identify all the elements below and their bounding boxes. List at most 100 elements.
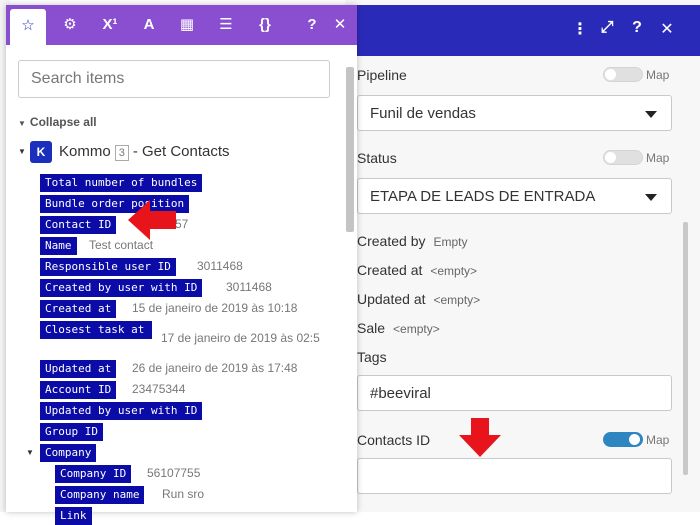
item-chip[interactable]: Updated by user with ID [40, 402, 203, 420]
search-input[interactable] [18, 60, 330, 98]
close-icon: ✕ [333, 16, 347, 33]
item-value: 56107755 [147, 466, 201, 480]
created-at-value: <empty> [430, 264, 478, 278]
item-chip[interactable]: Company name [55, 486, 145, 504]
item-chip[interactable]: Closest task at [40, 321, 152, 339]
list-item[interactable]: Company ID 56107755 [55, 464, 200, 483]
pipeline-map-label: Map [646, 68, 670, 82]
pipeline-label: Pipeline [357, 67, 407, 83]
item-chip[interactable]: Updated at [40, 360, 117, 378]
list-item[interactable]: Name Test contact [40, 236, 153, 255]
list-item[interactable]: Account ID 23475344 [40, 380, 185, 399]
item-chip[interactable]: Responsible user ID [40, 258, 176, 276]
list-item[interactable]: Company [40, 443, 97, 462]
tab-superscript[interactable]: X¹ [92, 5, 128, 45]
item-value: 3011468 [226, 280, 272, 294]
status-select[interactable]: ETAPA DE LEADS DE ENTRADA [357, 178, 672, 214]
close-button[interactable]: ✕ [322, 5, 358, 45]
item-chip[interactable]: Company ID [55, 465, 132, 483]
updated-at-row: Updated at <empty> [357, 291, 480, 307]
expand-icon[interactable]: ⤢ [597, 19, 617, 37]
tags-input-value: #beeviral [370, 385, 431, 402]
star-icon: ☆ [21, 17, 35, 34]
tab-gear[interactable]: ⚙ [52, 5, 88, 45]
sale-value: <empty> [393, 322, 440, 336]
contacts-id-map-label: Map [646, 433, 670, 447]
list-item[interactable]: Updated at 26 de janeiro de 2019 às 17:48 [40, 359, 297, 378]
status-select-value: ETAPA DE LEADS DE ENTRADA [370, 188, 596, 205]
superscript-icon: X¹ [102, 16, 118, 33]
item-chip[interactable]: Contact ID [40, 216, 117, 234]
red-arrow-down-icon [459, 418, 501, 457]
contacts-id-map-toggle[interactable] [603, 432, 643, 447]
close-icon[interactable]: ✕ [657, 19, 677, 39]
pipeline-map-toggle[interactable] [603, 67, 643, 82]
list-item[interactable]: Responsible user ID 3011468 [40, 257, 243, 276]
item-chip[interactable]: Name [40, 237, 77, 255]
collapse-all-label: Collapse all [29, 115, 97, 129]
collapse-all-toggle[interactable]: ▼ Collapse all [18, 115, 97, 129]
status-map-toggle[interactable] [603, 150, 643, 165]
item-value: 3011468 [197, 259, 243, 273]
item-chip[interactable]: Created by user with ID [40, 279, 203, 297]
triangle-down-icon: ▼ [18, 119, 26, 128]
pipeline-select-value: Funil de vendas [370, 105, 476, 122]
list-item[interactable]: Link [55, 506, 92, 525]
help-icon[interactable]: ? [627, 19, 647, 37]
triangle-down-icon[interactable]: ▼ [26, 448, 34, 457]
item-chip[interactable]: Group ID [40, 423, 103, 441]
module-number-badge: 3 [114, 145, 129, 161]
item-chip[interactable]: Created at [40, 300, 117, 318]
contacts-id-label: Contacts ID [357, 432, 431, 448]
module-action: - Get Contacts [132, 143, 230, 160]
item-chip[interactable]: Company [40, 444, 97, 462]
module-name: Kommo [59, 143, 111, 160]
created-by-label: Created by [357, 233, 426, 249]
status-map-label: Map [646, 151, 670, 165]
tab-text[interactable]: A [131, 5, 167, 45]
calendar-icon: ▦ [179, 16, 195, 33]
tab-table[interactable]: ☰ [208, 5, 244, 45]
red-arrow-left-icon [128, 200, 176, 240]
sale-row: Sale <empty> [357, 320, 440, 336]
caret-down-icon [645, 111, 657, 118]
tags-label: Tags [357, 349, 387, 365]
item-value: Run sro [162, 487, 205, 501]
list-item[interactable]: Created at 15 de janeiro de 2019 às 10:18 [40, 299, 297, 318]
caret-down-icon [645, 194, 657, 201]
item-value: 17 de janeiro de 2019 às 02:5 [161, 331, 320, 345]
list-item[interactable]: Company name Run sro [55, 485, 204, 504]
contacts-id-input[interactable] [357, 458, 672, 494]
mapping-popup: ☆ ⚙ X¹ A ▦ ☰ {} ? ✕ ▼Collapse all ▼ K Ko… [6, 5, 358, 525]
created-by-value: Empty [433, 235, 468, 249]
sale-label: Sale [357, 320, 386, 336]
tab-braces[interactable]: {} [247, 5, 283, 45]
item-value: 15 de janeiro de 2019 às 10:18 [132, 301, 298, 315]
tab-star[interactable]: ☆ [10, 9, 46, 45]
list-item[interactable]: Total number of bundles [40, 173, 203, 192]
status-label: Status [357, 150, 397, 166]
module-settings-panel: ⋮ ⤢ ? ✕ Pipeline Map Funil de vendas Sta… [345, 0, 700, 512]
list-item[interactable]: Contact ID 57 [40, 215, 188, 234]
item-chip[interactable]: Link [55, 507, 92, 525]
text-icon: A [143, 16, 155, 33]
list-item[interactable]: Created by user with ID 3011468 [40, 278, 272, 297]
item-chip[interactable]: Account ID [40, 381, 117, 399]
gear-icon: ⚙ [63, 16, 77, 33]
tab-calendar[interactable]: ▦ [169, 5, 205, 45]
popup-scrollbar[interactable] [346, 67, 354, 232]
braces-icon: {} [259, 16, 271, 33]
pipeline-select[interactable]: Funil de vendas [357, 95, 672, 131]
list-item[interactable]: Updated by user with ID [40, 401, 203, 420]
triangle-down-icon: ▼ [18, 147, 26, 156]
panel-scrollbar[interactable] [683, 222, 688, 475]
tags-input[interactable]: #beeviral [357, 375, 672, 411]
list-item[interactable]: Closest task at 17 de janeiro de 2019 às … [40, 320, 320, 356]
updated-at-value: <empty> [433, 293, 481, 307]
more-icon[interactable]: ⋮ [570, 19, 590, 39]
created-at-label: Created at [357, 262, 423, 278]
panel-header: ⋮ ⤢ ? ✕ [345, 5, 700, 56]
list-item[interactable]: Group ID [40, 422, 103, 441]
table-icon: ☰ [219, 16, 233, 33]
item-chip[interactable]: Total number of bundles [40, 174, 203, 192]
